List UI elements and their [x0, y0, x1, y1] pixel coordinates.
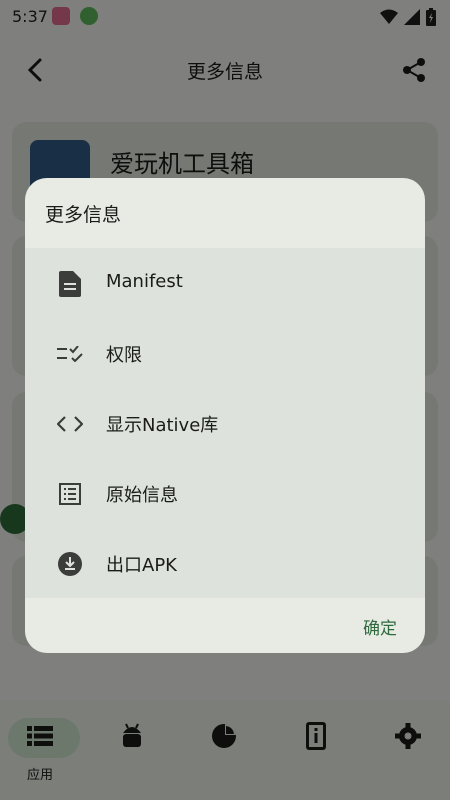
dialog-item-label: 原始信息 — [106, 485, 178, 506]
dialog-item-permissions[interactable]: 权限 — [25, 318, 425, 388]
checklist-icon — [57, 341, 83, 367]
dialog-item-export-apk[interactable]: 出口APK — [25, 528, 425, 598]
list-box-icon — [57, 481, 83, 507]
more-info-dialog: 更多信息 Manifest 权限 显示Native库 原始信息 出口APK 确定 — [25, 178, 425, 653]
dialog-item-label: Manifest — [106, 271, 183, 292]
dialog-item-native-libs[interactable]: 显示Native库 — [25, 388, 425, 458]
dialog-item-label: 权限 — [106, 345, 142, 366]
dialog-item-raw-info[interactable]: 原始信息 — [25, 458, 425, 528]
dialog-item-label: 出口APK — [106, 555, 177, 576]
download-icon — [57, 551, 83, 577]
dialog-item-label: 显示Native库 — [106, 415, 219, 436]
code-icon — [57, 411, 83, 437]
dialog-title: 更多信息 — [45, 204, 122, 226]
dialog-item-manifest[interactable]: Manifest — [25, 248, 425, 318]
confirm-button[interactable]: 确定 — [363, 614, 397, 639]
document-icon — [57, 271, 83, 297]
dialog-option-list: Manifest 权限 显示Native库 原始信息 出口APK — [25, 248, 425, 598]
